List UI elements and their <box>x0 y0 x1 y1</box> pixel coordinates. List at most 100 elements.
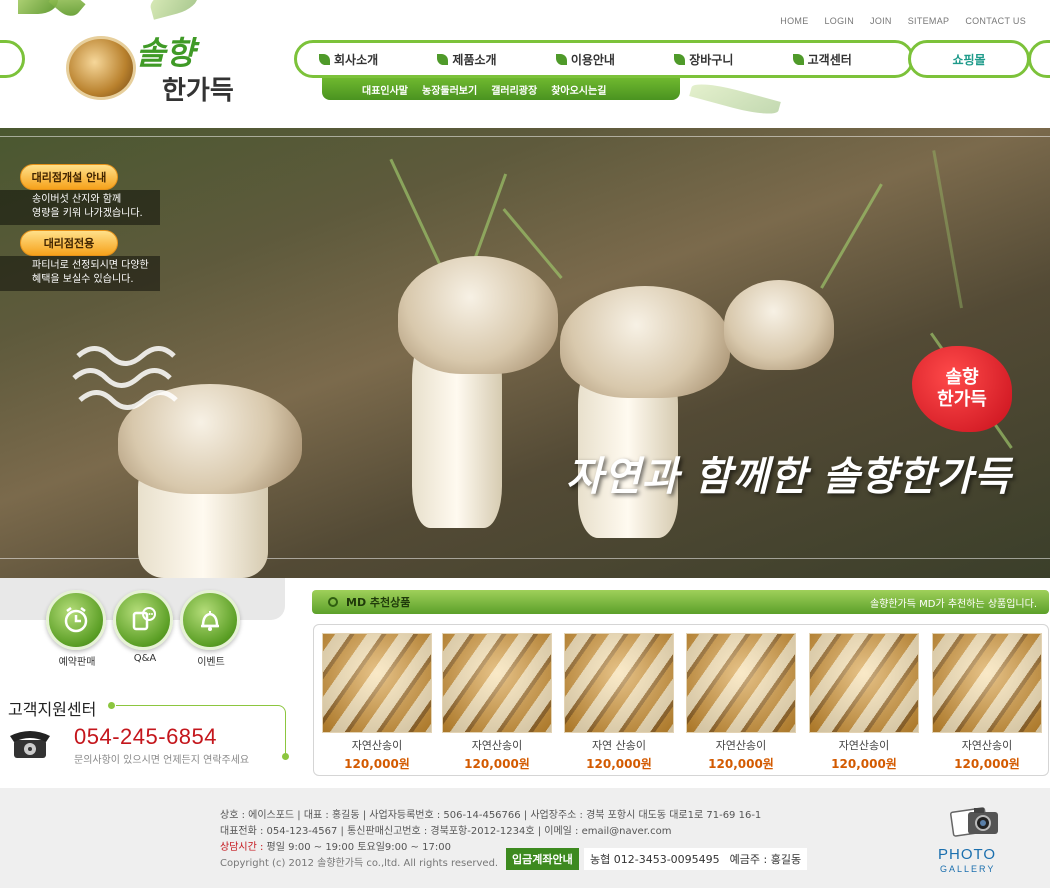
nav-label: 제품소개 <box>452 52 497 67</box>
agency-only-button[interactable]: 대리점전용 <box>20 230 118 256</box>
event-label: 이벤트 <box>197 657 225 668</box>
mushroom-cap <box>560 286 730 398</box>
product-price: 120,000원 <box>831 757 897 771</box>
company-info-line2: 대표전화 : 054-123-4567 | 통신판매신고번호 : 경북포항-20… <box>220 826 672 837</box>
mushroom-cap <box>398 256 558 374</box>
top-link-home[interactable]: HOME <box>780 16 808 26</box>
main-navigation: 회사소개 제품소개 이용안내 장바구니 고객센터 <box>294 40 914 78</box>
event-button[interactable] <box>180 590 240 650</box>
nav-item-customer-center[interactable]: 고객센터 <box>792 51 911 68</box>
promo-line: 혜택을 보실수 있습니다. <box>32 274 134 285</box>
mushroom-cap <box>724 280 834 370</box>
product-card[interactable]: 자연산송이 120,000원 <box>686 633 796 772</box>
product-image[interactable] <box>932 633 1042 733</box>
leaf-decoration <box>689 78 781 120</box>
md-section-subtitle: 솔향한가득 MD가 추천하는 상품입니다. <box>869 598 1037 610</box>
top-link-join[interactable]: JOIN <box>870 16 892 26</box>
hours-value: 평일 9:00 ~ 19:00 토요일9:00 ~ 17:00 <box>266 842 451 853</box>
support-phone-number: 054-245-6854 <box>74 724 218 749</box>
top-utility-menu: HOME LOGIN JOIN SITEMAP CONTACT US <box>780 16 1026 26</box>
gallery-label: GALLERY <box>940 864 996 874</box>
top-link-contact[interactable]: CONTACT US <box>965 16 1026 26</box>
qna-label: Q&A <box>133 653 157 664</box>
divider <box>0 136 1050 137</box>
qna-button[interactable] <box>113 590 173 650</box>
logo-text-line2: 한가득 <box>162 76 234 106</box>
bank-account-label: 입금계좌안내 <box>506 848 579 870</box>
product-card[interactable]: 자연산송이 120,000원 <box>442 633 552 772</box>
nav-item-company[interactable]: 회사소개 <box>319 51 437 68</box>
leaf-icon <box>674 53 686 65</box>
brand-seal-badge: 솔향 한가득 <box>912 346 1012 432</box>
grass-blade <box>932 150 963 309</box>
subnav-farm-tour[interactable]: 농장둘러보기 <box>422 82 477 97</box>
telephone-icon <box>10 731 50 758</box>
camera-icon <box>950 807 998 837</box>
promo-line: 송이버섯 산지와 함께 <box>32 194 122 205</box>
nav-label: 고객센터 <box>807 52 852 67</box>
subnav-gallery[interactable]: 갤러리광장 <box>491 82 537 97</box>
top-link-sitemap[interactable]: SITEMAP <box>908 16 950 26</box>
subnav-directions[interactable]: 찾아오시는길 <box>551 82 606 97</box>
product-card[interactable]: 자연 산송이 120,000원 <box>564 633 674 772</box>
product-image[interactable] <box>809 633 919 733</box>
product-image[interactable] <box>564 633 674 733</box>
product-image[interactable] <box>442 633 552 733</box>
product-card[interactable]: 자연산송이 120,000원 <box>809 633 919 772</box>
nav-label: 이용안내 <box>570 52 615 67</box>
md-product-list: 자연산송이 120,000원 자연산송이 120,000원 자연 산송이 120… <box>313 624 1049 776</box>
decorative-dot <box>108 702 115 709</box>
product-image[interactable] <box>322 633 432 733</box>
support-description: 문의사항이 있으시면 언제든지 연락주세요 <box>74 755 250 766</box>
top-link-login[interactable]: LOGIN <box>825 16 855 26</box>
header: 솔향 한가득 HOME LOGIN JOIN SITEMAP CONTACT U… <box>0 0 1050 128</box>
sub-navigation: 대표인사말 농장둘러보기 갤러리광장 찾아오시는길 <box>322 78 680 100</box>
product-name[interactable]: 자연산송이 <box>442 737 552 753</box>
nav-right-cap <box>1028 40 1050 78</box>
bank-account-info: 농협 012-3453-0095495 예금주 : 홍길동 <box>584 848 808 870</box>
support-center-title: 고객지원센터 <box>8 700 97 719</box>
hero-slogan: 자연과 함께한 솔향한가득 <box>566 453 1012 500</box>
subnav-greeting[interactable]: 대표인사말 <box>362 82 408 97</box>
product-name[interactable]: 자연산송이 <box>686 737 796 753</box>
badge-line2: 한가득 <box>937 389 987 410</box>
nav-item-cart[interactable]: 장바구니 <box>674 51 792 68</box>
nav-item-shop[interactable]: 쇼핑몰 <box>908 40 1030 78</box>
product-name[interactable]: 자연 산송이 <box>564 737 674 753</box>
product-card[interactable]: 자연산송이 120,000원 <box>932 633 1042 772</box>
logo-text-line1: 솔향 <box>136 34 195 72</box>
promo-line: 영량을 키워 나가겠습니다. <box>32 208 143 219</box>
photo-gallery-link[interactable]: PHOTO GALLERY <box>938 802 1002 882</box>
product-card[interactable]: 자연산송이 120,000원 <box>322 633 432 772</box>
product-price: 120,000원 <box>954 757 1020 771</box>
leaf-icon <box>319 53 330 65</box>
nav-label: 회사소개 <box>334 52 379 67</box>
product-name[interactable]: 자연산송이 <box>932 737 1042 753</box>
leaf-decoration <box>48 0 86 22</box>
alarm-clock-icon <box>64 607 88 633</box>
md-recommend-header: MD 추천상품 솔향한가득 MD가 추천하는 상품입니다. <box>312 590 1049 614</box>
nav-item-guide[interactable]: 이용안내 <box>555 51 674 68</box>
decorative-dot <box>282 753 289 760</box>
footer: 상호 : 에이스포드 | 대표 : 홍길동 | 사업자등록번호 : 506-14… <box>0 788 1050 888</box>
promo-agency-text: 송이버섯 산지와 함께 영량을 키워 나가겠습니다. <box>0 190 160 225</box>
promo-line: 파티너로 선정되시면 다양한 <box>32 260 149 271</box>
hours-label: 상담시간 : <box>220 842 264 853</box>
leaf-icon <box>792 53 804 65</box>
leaf-icon <box>437 53 449 65</box>
nav-item-products[interactable]: 제품소개 <box>437 51 555 68</box>
product-image[interactable] <box>686 633 796 733</box>
leaf-decoration <box>147 0 201 20</box>
product-name[interactable]: 자연산송이 <box>809 737 919 753</box>
reservation-label: 예약판매 <box>58 657 96 668</box>
nav-label: 장바구니 <box>689 52 734 67</box>
reservation-button[interactable] <box>46 590 106 650</box>
site-logo[interactable]: 솔향 한가득 <box>66 28 236 110</box>
product-price: 120,000원 <box>708 757 774 771</box>
product-price: 120,000원 <box>586 757 652 771</box>
leaf-icon <box>555 53 567 65</box>
product-name[interactable]: 자연산송이 <box>322 737 432 753</box>
bell-icon <box>201 611 219 631</box>
agency-open-button[interactable]: 대리점개설 안내 <box>20 164 118 190</box>
grass-blade <box>470 173 508 269</box>
